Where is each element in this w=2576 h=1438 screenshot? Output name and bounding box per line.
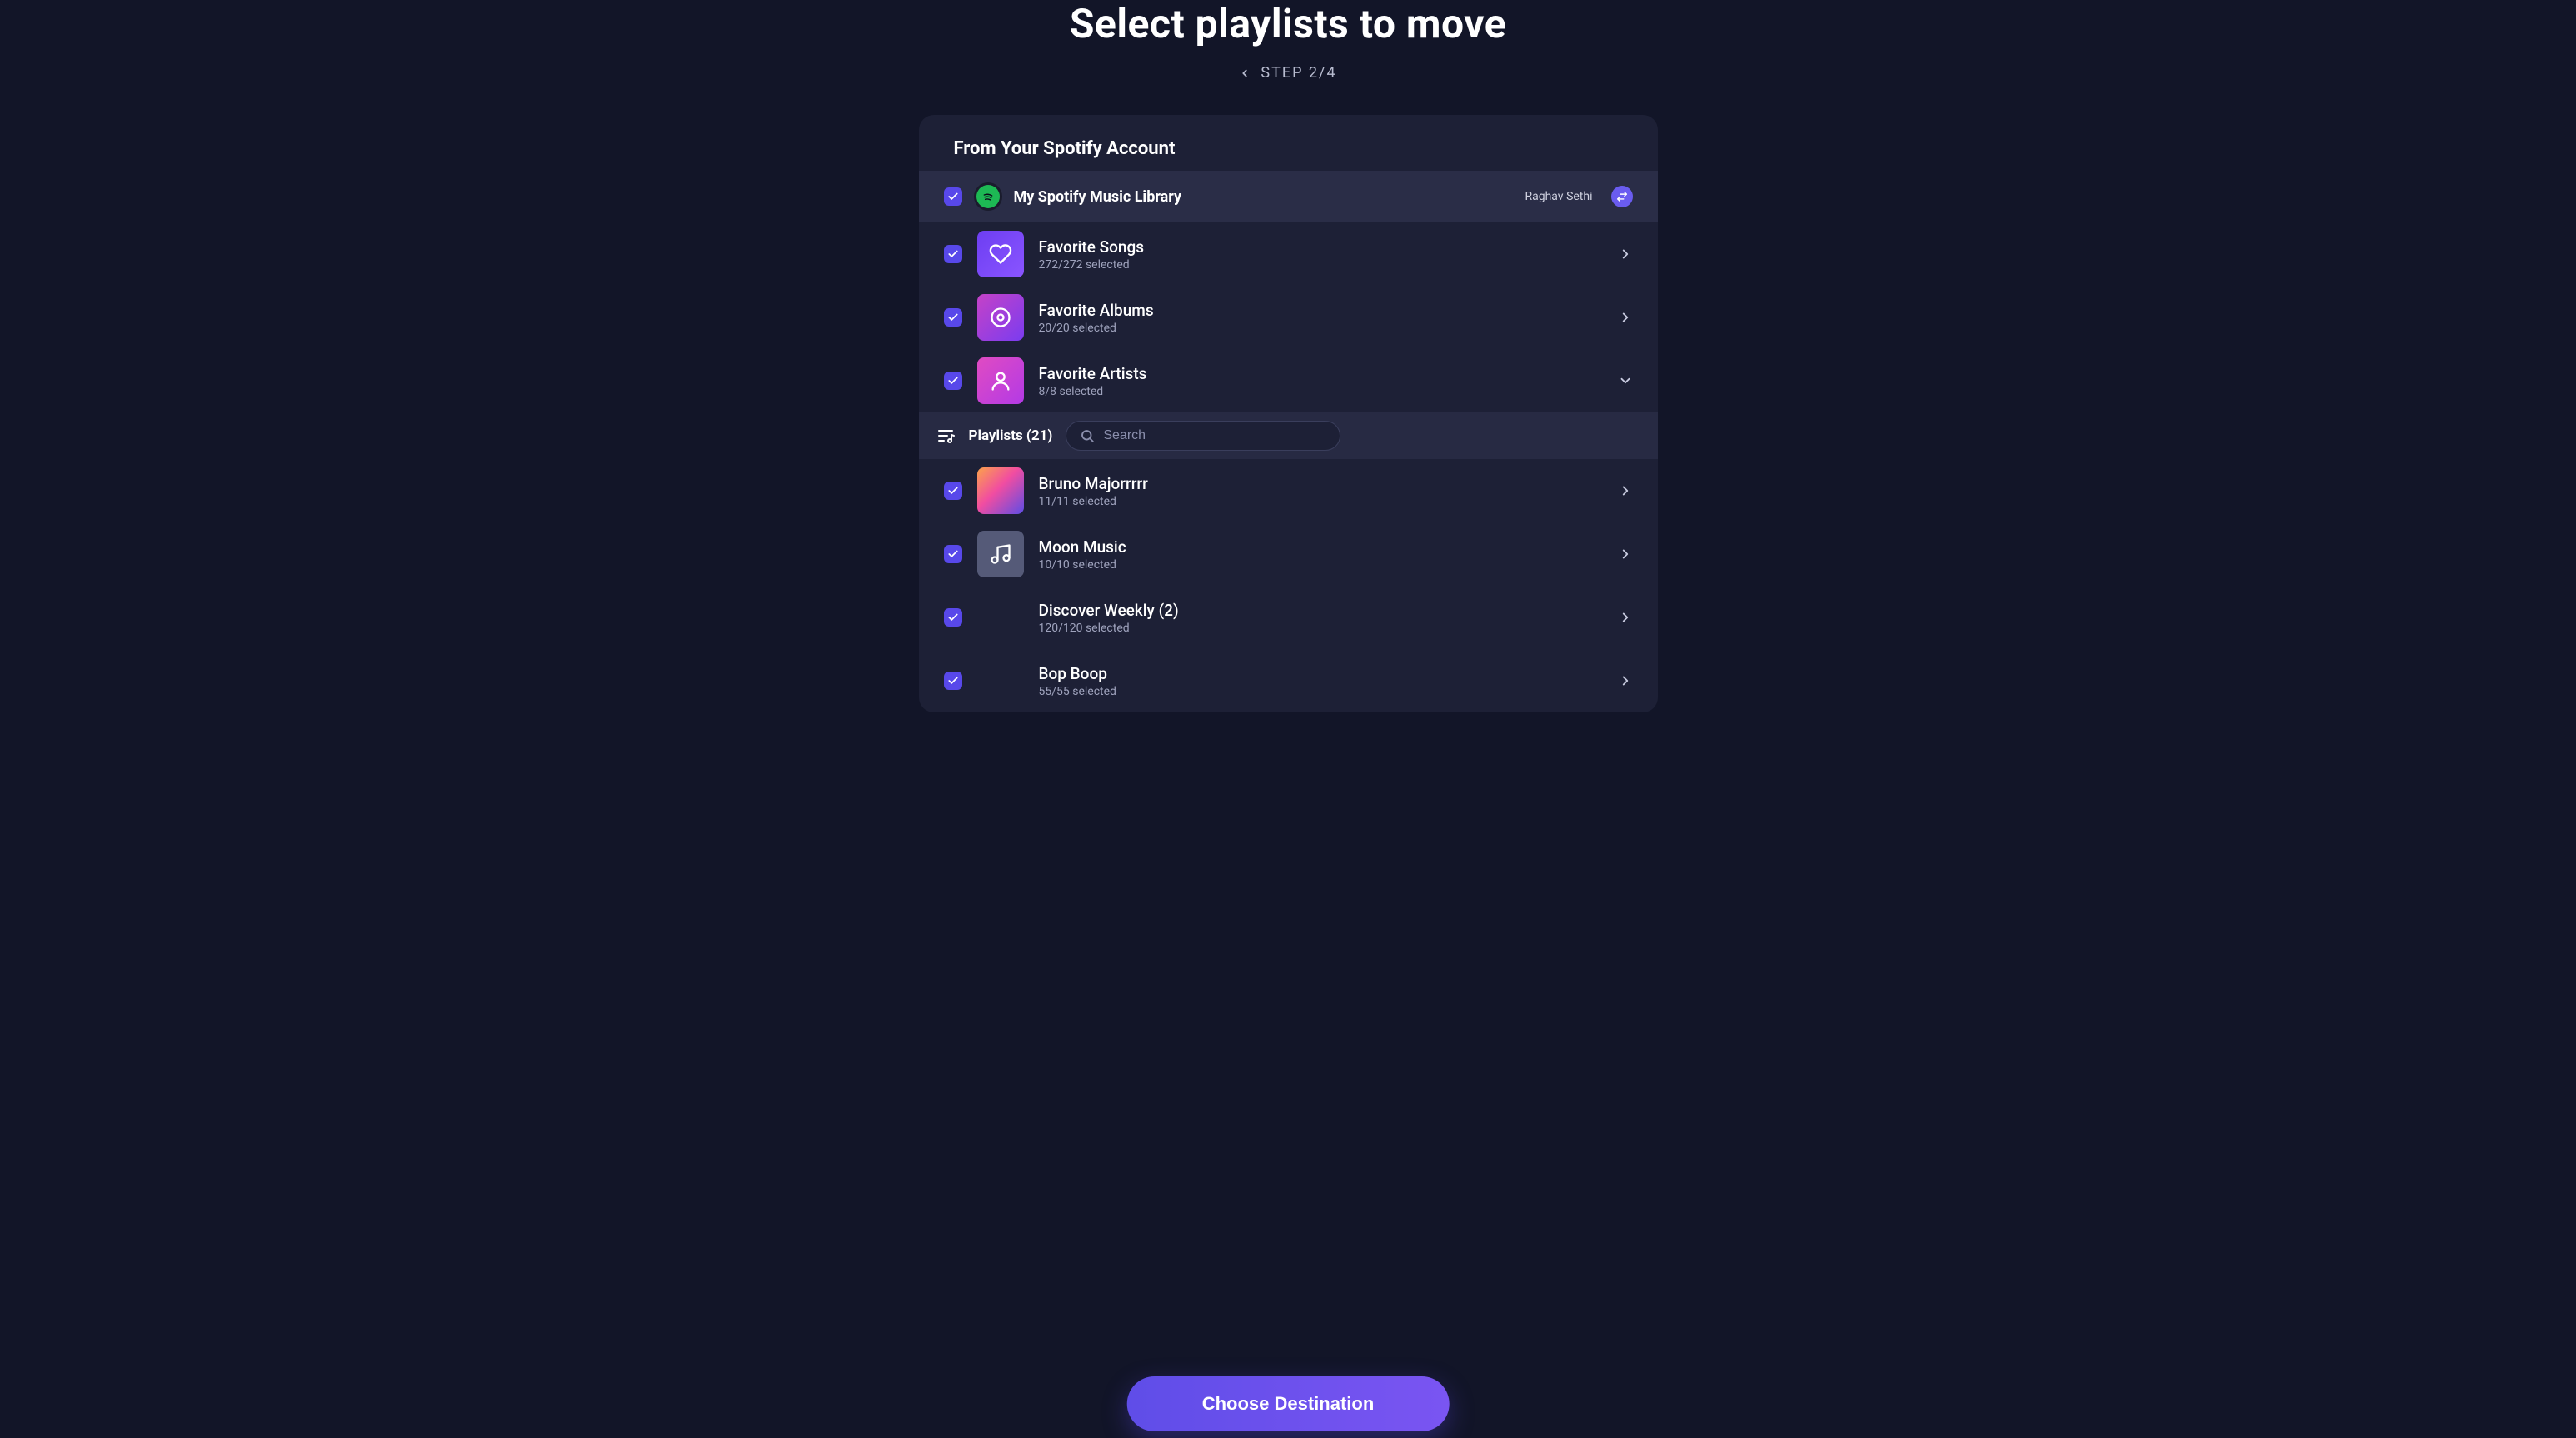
playlist-title: Discover Weekly (2) xyxy=(1039,601,1603,620)
playlist-row[interactable]: Discover Weekly (2) 120/120 selected xyxy=(919,586,1658,649)
choose-destination-button[interactable]: Choose Destination xyxy=(1127,1376,1450,1431)
row-checkbox[interactable] xyxy=(944,482,962,500)
favorite-sub: 272/272 selected xyxy=(1039,258,1603,272)
favorite-thumb xyxy=(977,231,1024,277)
playlist-thumb xyxy=(977,594,1024,641)
row-checkbox[interactable] xyxy=(944,608,962,627)
playlist-sub: 10/10 selected xyxy=(1039,558,1603,572)
playlist-thumb xyxy=(977,657,1024,704)
step-label: STEP 2/4 xyxy=(1261,64,1336,82)
chevron-right-icon xyxy=(1618,610,1633,625)
chevron-right-icon xyxy=(1618,310,1633,325)
row-checkbox[interactable] xyxy=(944,245,962,263)
chevron-right-icon xyxy=(1618,247,1633,262)
library-user: Raghav Sethi xyxy=(1525,190,1592,203)
playlists-icon xyxy=(936,426,956,446)
disc-icon xyxy=(989,306,1012,329)
playlists-bar: Playlists (21) xyxy=(919,412,1658,459)
row-checkbox[interactable] xyxy=(944,308,962,327)
favorite-title: Favorite Albums xyxy=(1039,301,1603,320)
chevron-down-icon xyxy=(1618,373,1633,388)
person-icon xyxy=(989,369,1012,392)
page-title: Select playlists to move xyxy=(1070,0,1506,47)
swap-account-button[interactable] xyxy=(1611,186,1633,207)
favorite-sub: 20/20 selected xyxy=(1039,322,1603,335)
playlist-row[interactable]: Moon Music 10/10 selected xyxy=(919,522,1658,586)
music-icon xyxy=(989,542,1012,566)
playlist-title: Bruno Majorrrrr xyxy=(1039,474,1603,493)
library-checkbox[interactable] xyxy=(944,187,962,206)
library-row[interactable]: My Spotify Music Library Raghav Sethi xyxy=(919,171,1658,222)
row-checkbox[interactable] xyxy=(944,672,962,690)
heart-icon xyxy=(989,242,1012,266)
spotify-icon xyxy=(981,190,995,203)
step-back[interactable]: STEP 2/4 xyxy=(1239,64,1336,82)
playlist-sub: 55/55 selected xyxy=(1039,685,1603,698)
row-checkbox[interactable] xyxy=(944,372,962,390)
source-card: From Your Spotify Account My Spotify Mus… xyxy=(919,115,1658,712)
favorite-title: Favorite Artists xyxy=(1039,364,1603,383)
swap-icon xyxy=(1616,191,1628,202)
playlist-title: Moon Music xyxy=(1039,537,1603,557)
favorite-row[interactable]: Favorite Artists 8/8 selected xyxy=(919,349,1658,412)
library-name: My Spotify Music Library xyxy=(1014,188,1514,206)
favorite-sub: 8/8 selected xyxy=(1039,385,1603,398)
card-subtitle: From Your Spotify Account xyxy=(919,115,1658,171)
playlist-row[interactable]: Bop Boop 55/55 selected xyxy=(919,649,1658,712)
search-icon xyxy=(1080,428,1095,443)
search-field[interactable] xyxy=(1066,421,1340,451)
favorite-title: Favorite Songs xyxy=(1039,237,1603,257)
spotify-badge xyxy=(974,182,1002,211)
favorite-row[interactable]: Favorite Albums 20/20 selected xyxy=(919,286,1658,349)
favorite-thumb xyxy=(977,294,1024,341)
playlist-sub: 11/11 selected xyxy=(1039,495,1603,508)
playlist-thumb xyxy=(977,467,1024,514)
playlist-title: Bop Boop xyxy=(1039,664,1603,683)
chevron-right-icon xyxy=(1618,673,1633,688)
row-checkbox[interactable] xyxy=(944,545,962,563)
playlist-sub: 120/120 selected xyxy=(1039,622,1603,635)
chevron-left-icon xyxy=(1239,67,1251,79)
playlist-row[interactable]: Bruno Majorrrrr 11/11 selected xyxy=(919,459,1658,522)
favorite-thumb xyxy=(977,357,1024,404)
playlist-thumb xyxy=(977,531,1024,577)
playlists-count-label: Playlists (21) xyxy=(969,427,1053,444)
chevron-right-icon xyxy=(1618,547,1633,562)
favorite-row[interactable]: Favorite Songs 272/272 selected xyxy=(919,222,1658,286)
search-input[interactable] xyxy=(1103,428,1326,443)
chevron-right-icon xyxy=(1618,483,1633,498)
